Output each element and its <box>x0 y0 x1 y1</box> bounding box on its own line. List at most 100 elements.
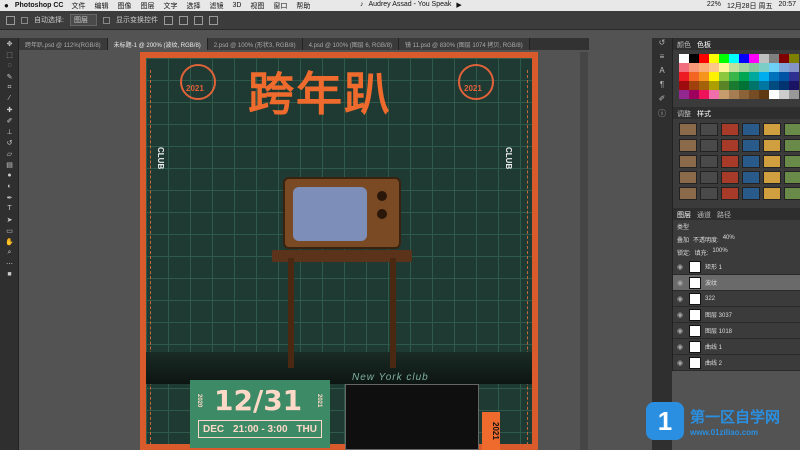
menu-window[interactable]: 窗口 <box>273 1 287 11</box>
stamp-tool[interactable]: ⊥ <box>0 126 19 137</box>
menu-layer[interactable]: 图层 <box>140 1 154 11</box>
style-preset[interactable] <box>784 171 800 184</box>
menu-filter[interactable]: 滤镜 <box>209 1 223 11</box>
color-swatch[interactable] <box>779 81 789 90</box>
style-preset[interactable] <box>700 123 718 136</box>
style-preset[interactable] <box>721 123 739 136</box>
align-left-icon[interactable] <box>163 15 173 25</box>
align-right-icon[interactable] <box>193 15 203 25</box>
tab-layers[interactable]: 图层 <box>677 210 691 219</box>
color-swatch[interactable] <box>729 90 739 99</box>
color-swatch[interactable] <box>749 54 759 63</box>
color-swatch[interactable] <box>689 90 699 99</box>
style-preset[interactable] <box>679 187 697 200</box>
color-swatch[interactable] <box>679 72 689 81</box>
color-swatch[interactable] <box>719 90 729 99</box>
color-swatch[interactable] <box>789 90 799 99</box>
apple-icon[interactable]: ● <box>4 1 9 10</box>
info-icon[interactable]: ⓘ <box>652 108 672 122</box>
crop-tool[interactable]: ⌗ <box>0 82 19 93</box>
quick-select-tool[interactable]: ✎ <box>0 71 19 82</box>
visibility-eye-icon[interactable]: ◉ <box>677 295 685 303</box>
style-preset[interactable] <box>742 171 760 184</box>
character-icon[interactable]: A <box>652 66 672 80</box>
blend-mode-dropdown[interactable]: 叠加 <box>677 235 689 244</box>
color-swatch[interactable] <box>769 63 779 72</box>
kind-dropdown[interactable]: 类型 <box>677 222 689 231</box>
color-swatch[interactable] <box>689 54 699 63</box>
style-preset[interactable] <box>721 139 739 152</box>
color-swatch[interactable] <box>759 63 769 72</box>
color-swatch[interactable] <box>769 54 779 63</box>
color-swatch[interactable] <box>739 72 749 81</box>
color-swatch[interactable] <box>719 63 729 72</box>
doc-tab[interactable]: 镜 11.psd @ 830% (图层 1074 拷贝, RGB/8) <box>399 38 530 50</box>
style-preset[interactable] <box>700 139 718 152</box>
layer-row[interactable]: ◉ 矩形 1 <box>673 259 800 275</box>
date-label[interactable]: 12月28日 周五 <box>727 1 773 11</box>
show-transform-checkbox[interactable] <box>102 16 110 24</box>
visibility-eye-icon[interactable]: ◉ <box>677 359 685 367</box>
history-brush-tool[interactable]: ↺ <box>0 137 19 148</box>
tab-channels[interactable]: 通道 <box>697 210 711 219</box>
color-swatch[interactable] <box>789 81 799 90</box>
lasso-tool[interactable]: ◌ <box>0 60 19 71</box>
color-swatch[interactable] <box>779 63 789 72</box>
color-swatch[interactable] <box>739 63 749 72</box>
tab-color[interactable]: 颜色 <box>677 40 691 49</box>
canvas-scrollbar[interactable] <box>580 52 588 450</box>
app-name[interactable]: Photoshop CC <box>15 2 64 9</box>
color-swatch[interactable] <box>709 72 719 81</box>
style-preset[interactable] <box>763 187 781 200</box>
dodge-tool[interactable]: ◐ <box>0 181 19 192</box>
style-preset[interactable] <box>742 187 760 200</box>
color-swatch[interactable] <box>679 81 689 90</box>
doc-tab[interactable]: 4.psd @ 100% (图层 6, RGB/8) <box>302 38 400 50</box>
healing-tool[interactable]: ✚ <box>0 104 19 115</box>
color-swatch[interactable] <box>709 90 719 99</box>
move-tool-icon[interactable] <box>6 15 15 25</box>
style-preset[interactable] <box>700 171 718 184</box>
color-swatch[interactable] <box>749 90 759 99</box>
color-swatch[interactable] <box>679 63 689 72</box>
color-swatch[interactable] <box>759 90 769 99</box>
style-preset[interactable] <box>721 171 739 184</box>
visibility-eye-icon[interactable]: ◉ <box>677 279 685 287</box>
clock[interactable]: 20:57 <box>778 1 796 11</box>
style-preset[interactable] <box>784 187 800 200</box>
color-swatch[interactable] <box>789 54 799 63</box>
menu-help[interactable]: 帮助 <box>296 1 310 11</box>
tab-adjustments[interactable]: 调整 <box>677 109 691 118</box>
color-swatch[interactable] <box>789 72 799 81</box>
properties-icon[interactable]: ≡ <box>652 52 672 66</box>
color-swatch[interactable] <box>719 72 729 81</box>
style-preset[interactable] <box>679 139 697 152</box>
menu-image[interactable]: 图像 <box>117 1 131 11</box>
gradient-tool[interactable]: ▤ <box>0 159 19 170</box>
battery-level[interactable]: 22% <box>707 1 721 11</box>
layer-row[interactable]: ◉ 图层 3037 <box>673 307 800 323</box>
visibility-eye-icon[interactable]: ◉ <box>677 327 685 335</box>
style-preset[interactable] <box>679 171 697 184</box>
brush-tool[interactable]: ✐ <box>0 115 19 126</box>
color-swatch[interactable] <box>729 63 739 72</box>
tab-styles[interactable]: 样式 <box>697 109 711 118</box>
color-swatch[interactable] <box>749 81 759 90</box>
layer-row[interactable]: ◉ 波纹 <box>673 275 800 291</box>
menu-select[interactable]: 选择 <box>186 1 200 11</box>
color-swatch[interactable] <box>699 63 709 72</box>
layer-row[interactable]: ◉ 图层 1018 <box>673 323 800 339</box>
color-swatch[interactable] <box>789 63 799 72</box>
blur-tool[interactable]: ● <box>0 170 19 181</box>
style-preset[interactable] <box>763 171 781 184</box>
menu-edit[interactable]: 编辑 <box>94 1 108 11</box>
style-preset[interactable] <box>742 155 760 168</box>
distribute-icon[interactable] <box>208 15 218 25</box>
style-preset[interactable] <box>763 123 781 136</box>
color-swatch[interactable] <box>779 72 789 81</box>
style-preset[interactable] <box>700 187 718 200</box>
color-swatch[interactable] <box>699 90 709 99</box>
color-swatch[interactable] <box>689 63 699 72</box>
auto-select-checkbox[interactable] <box>21 16 28 24</box>
color-swatch[interactable] <box>769 81 779 90</box>
